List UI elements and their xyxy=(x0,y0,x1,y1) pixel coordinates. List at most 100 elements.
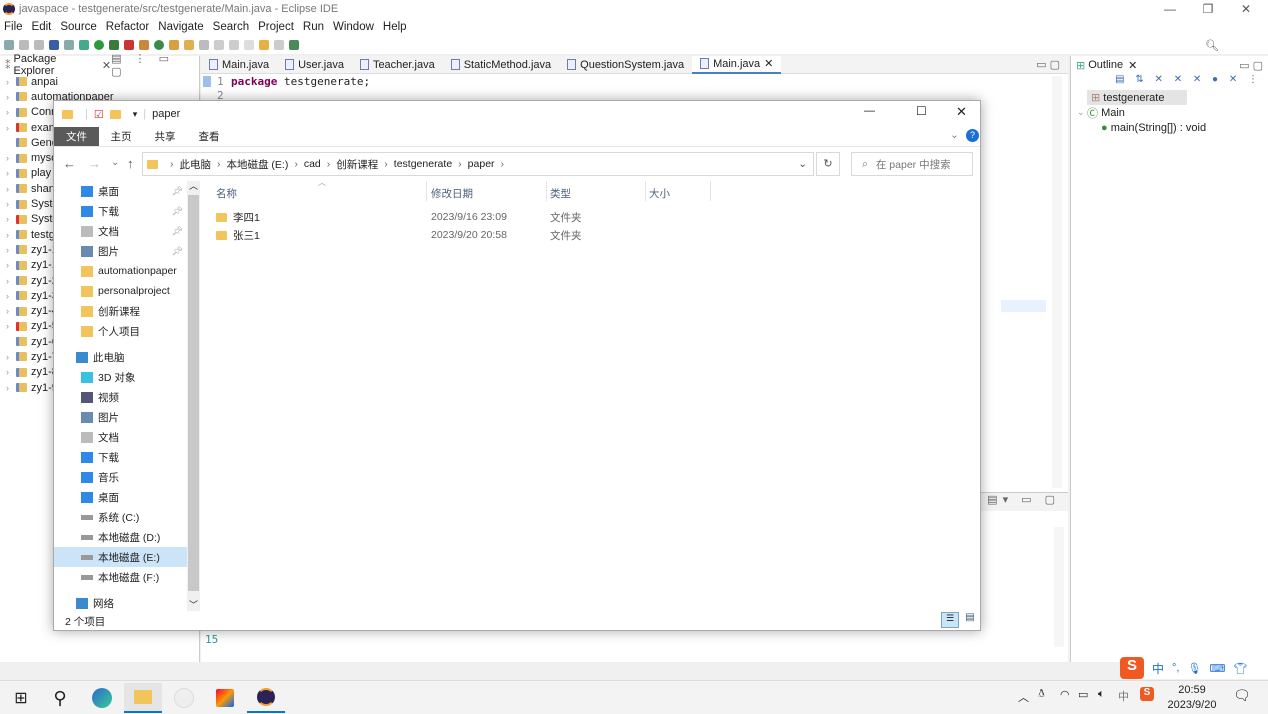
coverage-icon[interactable] xyxy=(109,40,119,50)
editor-min-max[interactable]: ▭ ▢ xyxy=(1036,58,1060,71)
notification-icon[interactable]: 🗨︎ xyxy=(1233,687,1251,704)
explorer-close-button[interactable]: ✕ xyxy=(956,104,967,120)
menu-source[interactable]: Source xyxy=(60,21,96,33)
package-explorer-tab[interactable]: ⁑ Package Explorer ✕ ▤ ⋮ ▭ ▢ xyxy=(0,53,199,78)
expand-icon[interactable]: › xyxy=(6,153,16,163)
outline-class[interactable]: ⌄ Ⓒ Main xyxy=(1071,105,1268,120)
breadcrumb-item[interactable]: 本地磁盘 (E:) xyxy=(227,157,289,172)
quick-access-dropdown-icon[interactable]: ▾ xyxy=(133,109,138,120)
properties-icon[interactable]: ☑ xyxy=(94,108,104,121)
input-indicator-icon[interactable]: 中 xyxy=(1118,688,1129,704)
nav-item[interactable]: 此电脑 xyxy=(54,347,187,367)
keyboard-icon[interactable]: ⌨ xyxy=(1209,662,1225,675)
editor-tab[interactable]: QuestionSystem.java xyxy=(559,56,692,74)
wifi-icon[interactable]: ◠ xyxy=(1060,688,1070,701)
breadcrumb-separator[interactable]: › xyxy=(217,158,221,170)
nav-item[interactable]: 本地磁盘 (F:) xyxy=(54,567,187,587)
terminal-icon[interactable] xyxy=(49,40,59,50)
editor-tab[interactable]: User.java xyxy=(277,56,352,74)
ribbon-tab-home[interactable]: 主页 xyxy=(99,127,143,146)
file-row[interactable]: 张三1 2023/9/20 20:58 文件夹 xyxy=(216,226,616,244)
nav-item[interactable]: automationpaper xyxy=(54,261,187,281)
expand-icon[interactable]: › xyxy=(6,367,16,377)
nav-item[interactable]: 个人项目 xyxy=(54,321,187,341)
expand-icon[interactable]: › xyxy=(6,107,16,117)
expand-icon[interactable]: › xyxy=(6,383,16,393)
file-row[interactable]: 李四1 2023/9/16 23:09 文件夹 xyxy=(216,208,616,226)
nav-item[interactable]: 视频 xyxy=(54,387,187,407)
prev-edit-icon[interactable] xyxy=(244,40,254,50)
editor-tab[interactable]: Teacher.java xyxy=(352,56,443,74)
pin-icon[interactable]: 📌︎ xyxy=(172,226,183,237)
ribbon-tab-file[interactable]: 文件 xyxy=(54,127,99,146)
open-perspective-icon[interactable] xyxy=(289,40,299,50)
new-folder-icon[interactable] xyxy=(109,109,121,119)
expand-icon[interactable]: › xyxy=(6,321,16,331)
up-button[interactable]: ↑ xyxy=(127,156,134,171)
menu-window[interactable]: Window xyxy=(333,21,374,33)
minimize-button[interactable]: — xyxy=(1155,0,1185,18)
new-icon[interactable] xyxy=(4,40,14,50)
editor-scrollbar[interactable] xyxy=(1052,76,1062,488)
column-size[interactable]: 大小 xyxy=(649,186,670,201)
new-class-icon[interactable] xyxy=(154,40,164,50)
nav-item[interactable]: 文档 📌︎ xyxy=(54,221,187,241)
toggle-mark-icon[interactable] xyxy=(214,40,224,50)
expand-icon[interactable]: › xyxy=(6,306,16,316)
breadcrumb-separator[interactable]: › xyxy=(294,158,298,170)
outline-tab[interactable]: ⊞ Outline ✕ ▭ ▢ xyxy=(1071,56,1268,74)
details-view-button[interactable]: ☰ xyxy=(941,612,959,628)
outline-toolbar[interactable]: ▤ ⇅ ✕ ✕ ✕ ● ✕ ⋮ xyxy=(1071,74,1268,90)
nav-item[interactable]: 桌面 📌︎ xyxy=(54,181,187,201)
expand-icon[interactable]: › xyxy=(6,214,16,224)
nav-item[interactable]: 桌面 xyxy=(54,487,187,507)
new-package-icon[interactable] xyxy=(139,40,149,50)
expand-icon[interactable]: › xyxy=(6,168,16,178)
expand-icon[interactable]: › xyxy=(6,92,16,102)
run-icon[interactable] xyxy=(94,40,104,50)
explorer-maximize-button[interactable]: ☐ xyxy=(916,104,927,118)
file-explorer-app[interactable] xyxy=(124,683,162,713)
breadcrumb-item[interactable]: cad xyxy=(304,158,321,170)
skin-icon[interactable]: 👕︎ xyxy=(1233,662,1247,675)
breadcrumb-separator[interactable]: › xyxy=(458,158,462,170)
nav-item[interactable]: personalproject xyxy=(54,281,187,301)
eclipse-app[interactable] xyxy=(247,683,285,713)
ime-punctuation-toggle[interactable]: °, xyxy=(1172,662,1179,674)
menu-project[interactable]: Project xyxy=(258,21,294,33)
address-dropdown-icon[interactable]: ⌄ xyxy=(798,158,807,170)
editor-tab[interactable]: Main.java ✕ xyxy=(692,55,782,74)
expand-icon[interactable]: › xyxy=(6,245,16,255)
nav-item[interactable]: 创新课程 xyxy=(54,301,187,321)
breadcrumb-separator[interactable]: › xyxy=(327,158,331,170)
nav-item[interactable]: 下载 xyxy=(54,447,187,467)
help-icon[interactable]: ? xyxy=(966,129,979,142)
app-circle[interactable] xyxy=(165,683,203,713)
expand-icon[interactable]: › xyxy=(6,276,16,286)
nav-item[interactable]: 3D 对象 xyxy=(54,367,187,387)
ribbon-tab-view[interactable]: 查看 xyxy=(187,127,231,146)
nav-item[interactable]: 下载 📌︎ xyxy=(54,201,187,221)
search-tool-icon[interactable] xyxy=(184,40,194,50)
annotation-icon[interactable] xyxy=(199,40,209,50)
search-taskbar-button[interactable]: ⚲ xyxy=(41,683,79,713)
back-button[interactable]: ← xyxy=(63,156,76,171)
editor-tab[interactable]: StaticMethod.java xyxy=(443,56,559,74)
outline-package[interactable]: ⊞ testgenerate xyxy=(1087,90,1187,106)
expand-ribbon-icon[interactable]: ⌄ xyxy=(950,129,959,141)
search-box[interactable]: ⌕ 在 paper 中搜索 xyxy=(851,152,973,176)
nav-item[interactable]: 本地磁盘 (E:) xyxy=(54,547,187,567)
nav-item[interactable]: 图片 📌︎ xyxy=(54,241,187,261)
ime-mode-toggle[interactable]: 中 xyxy=(1152,660,1164,677)
expand-icon[interactable]: › xyxy=(6,230,16,240)
breadcrumb-item[interactable]: testgenerate xyxy=(394,158,452,170)
breadcrumb-item[interactable]: 创新课程 xyxy=(336,157,378,172)
editor-tab[interactable]: Main.java xyxy=(201,56,277,74)
column-name[interactable]: 名称 xyxy=(216,186,237,201)
code-line[interactable]: package testgenerate; xyxy=(231,75,370,88)
show-hidden-icons-button[interactable]: ︿ xyxy=(1018,689,1029,705)
qq-icon[interactable]: 🐧︎ xyxy=(1038,688,1045,702)
pin-icon[interactable]: 📌︎ xyxy=(172,186,183,197)
expand-icon[interactable]: › xyxy=(6,352,16,362)
nav-item[interactable]: 音乐 xyxy=(54,467,187,487)
